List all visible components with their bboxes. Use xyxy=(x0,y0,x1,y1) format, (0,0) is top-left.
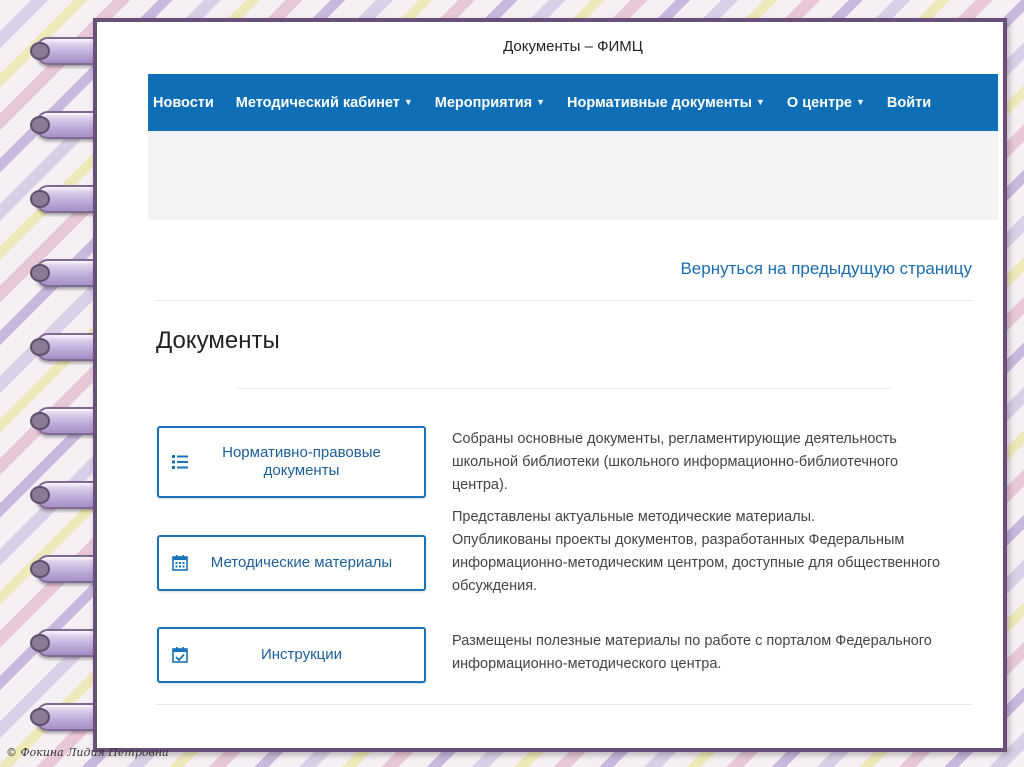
back-link[interactable]: Вернуться на предыдущую страницу xyxy=(680,259,972,279)
nav-item-events[interactable]: Мероприятия ▼ xyxy=(435,95,545,111)
calendar-icon xyxy=(172,555,188,571)
description-regulatory: Собраны основные документы, регламентиру… xyxy=(452,431,899,493)
chevron-down-icon: ▼ xyxy=(756,96,765,107)
list-icon xyxy=(172,455,188,469)
header-banner xyxy=(148,131,998,220)
nav-item-about[interactable]: О центре ▼ xyxy=(787,95,865,111)
chevron-down-icon: ▼ xyxy=(536,96,546,107)
description-drafts: Опубликованы проекты документов, разрабо… xyxy=(452,532,941,594)
card-label: Нормативно-правовые документы xyxy=(222,444,381,479)
author-signature: © Фокина Лидия Петровна xyxy=(6,746,169,759)
nav-item-methodical-cabinet[interactable]: Методический кабинет ▼ xyxy=(236,95,413,111)
card-label: Инструкции xyxy=(260,646,343,663)
divider xyxy=(238,388,890,389)
nav-item-news[interactable]: Новости xyxy=(153,95,214,111)
chevron-down-icon: ▼ xyxy=(856,96,865,107)
card-instructions[interactable]: Инструкции xyxy=(157,627,426,683)
browser-tab-title: Документы – ФИМЦ xyxy=(503,38,643,55)
card-methodical-materials[interactable]: Методические материалы xyxy=(157,535,426,591)
chevron-down-icon: ▼ xyxy=(403,96,413,107)
main-navbar: Новости Методический кабинет ▼ Мероприяти… xyxy=(148,74,998,131)
card-regulatory-documents[interactable]: Нормативно-правовые документы xyxy=(157,426,426,498)
nav-item-regulatory-docs[interactable]: Нормативные документы ▼ xyxy=(567,95,765,111)
description-methodical: Представлены актуальные методические мат… xyxy=(452,509,816,525)
divider xyxy=(156,300,972,301)
calendar-check-icon xyxy=(172,647,188,663)
description-instructions: Размещены полезные материалы по работе с… xyxy=(452,633,932,672)
card-label: Методические материалы xyxy=(210,554,393,571)
divider xyxy=(156,704,972,705)
nav-item-login[interactable]: Войти xyxy=(887,95,931,111)
page-title: Документы xyxy=(156,327,280,354)
